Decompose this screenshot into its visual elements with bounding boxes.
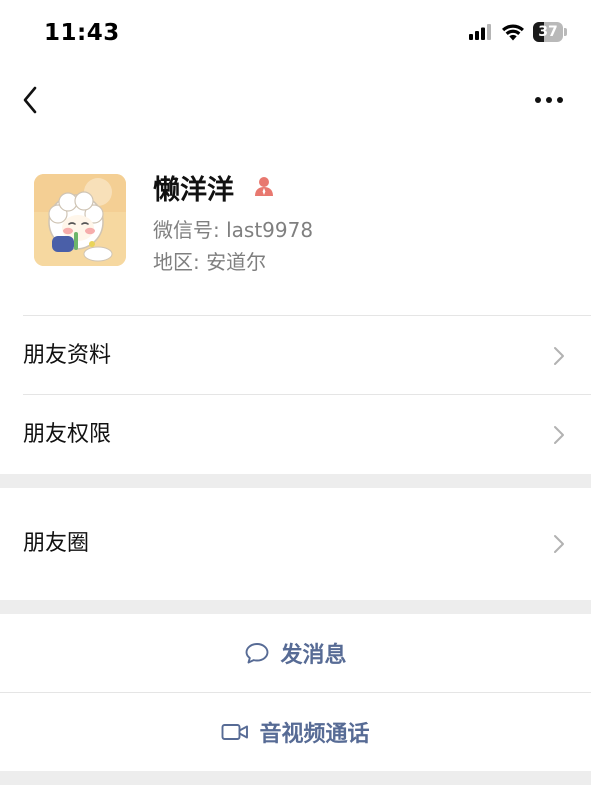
chevron-right-icon: [554, 426, 564, 444]
status-time: 11:43: [44, 20, 120, 46]
menu-label-friend-permissions: 朋友权限: [23, 422, 112, 447]
video-camera-icon: [222, 724, 249, 740]
menu-label-friend-info: 朋友资料: [23, 343, 112, 368]
send-message-button[interactable]: 发消息: [0, 614, 591, 692]
avatar-sheep-image: [34, 174, 126, 266]
contact-profile-page: 11:43 37 懒洋洋 微信号: last9978 地区: 安道尔 朋友资料 …: [0, 0, 591, 785]
chevron-right-icon: [554, 347, 564, 365]
profile-name: 懒洋洋: [153, 175, 234, 206]
wechat-id: 微信号: last9978: [153, 218, 314, 242]
status-icons: 37: [469, 22, 567, 42]
send-message-label: 发消息: [280, 643, 347, 668]
back-button[interactable]: [14, 82, 50, 118]
more-button[interactable]: [533, 84, 569, 116]
profile-card: 懒洋洋 微信号: last9978 地区: 安道尔: [0, 130, 591, 316]
chevron-right-icon: [554, 535, 564, 553]
video-call-button[interactable]: 音视频通话: [0, 693, 591, 771]
friend-person-icon: [255, 177, 273, 196]
chat-bubble-icon: [246, 643, 269, 664]
wifi-icon: [502, 24, 524, 41]
nav-bar: [0, 70, 591, 130]
cellular-signal-icon: [469, 24, 491, 40]
menu-item-moments[interactable]: 朋友圈: [0, 488, 591, 600]
video-call-label: 音视频通话: [259, 722, 370, 747]
battery-icon: 37: [533, 22, 567, 42]
menu-item-friend-info[interactable]: 朋友资料: [0, 316, 591, 395]
chevron-left-icon: [23, 86, 37, 114]
battery-level: 37: [538, 24, 558, 40]
status-bar: 11:43 37: [0, 0, 591, 70]
region: 地区: 安道尔: [153, 250, 267, 274]
menu-item-friend-permissions[interactable]: 朋友权限: [0, 395, 591, 474]
menu-group-moments: 朋友圈: [0, 488, 591, 600]
menu-label-moments: 朋友圈: [23, 531, 90, 556]
more-dots-icon: [535, 97, 563, 103]
menu-group-friend: 朋友资料 朋友权限: [0, 316, 591, 474]
avatar[interactable]: [34, 174, 126, 266]
